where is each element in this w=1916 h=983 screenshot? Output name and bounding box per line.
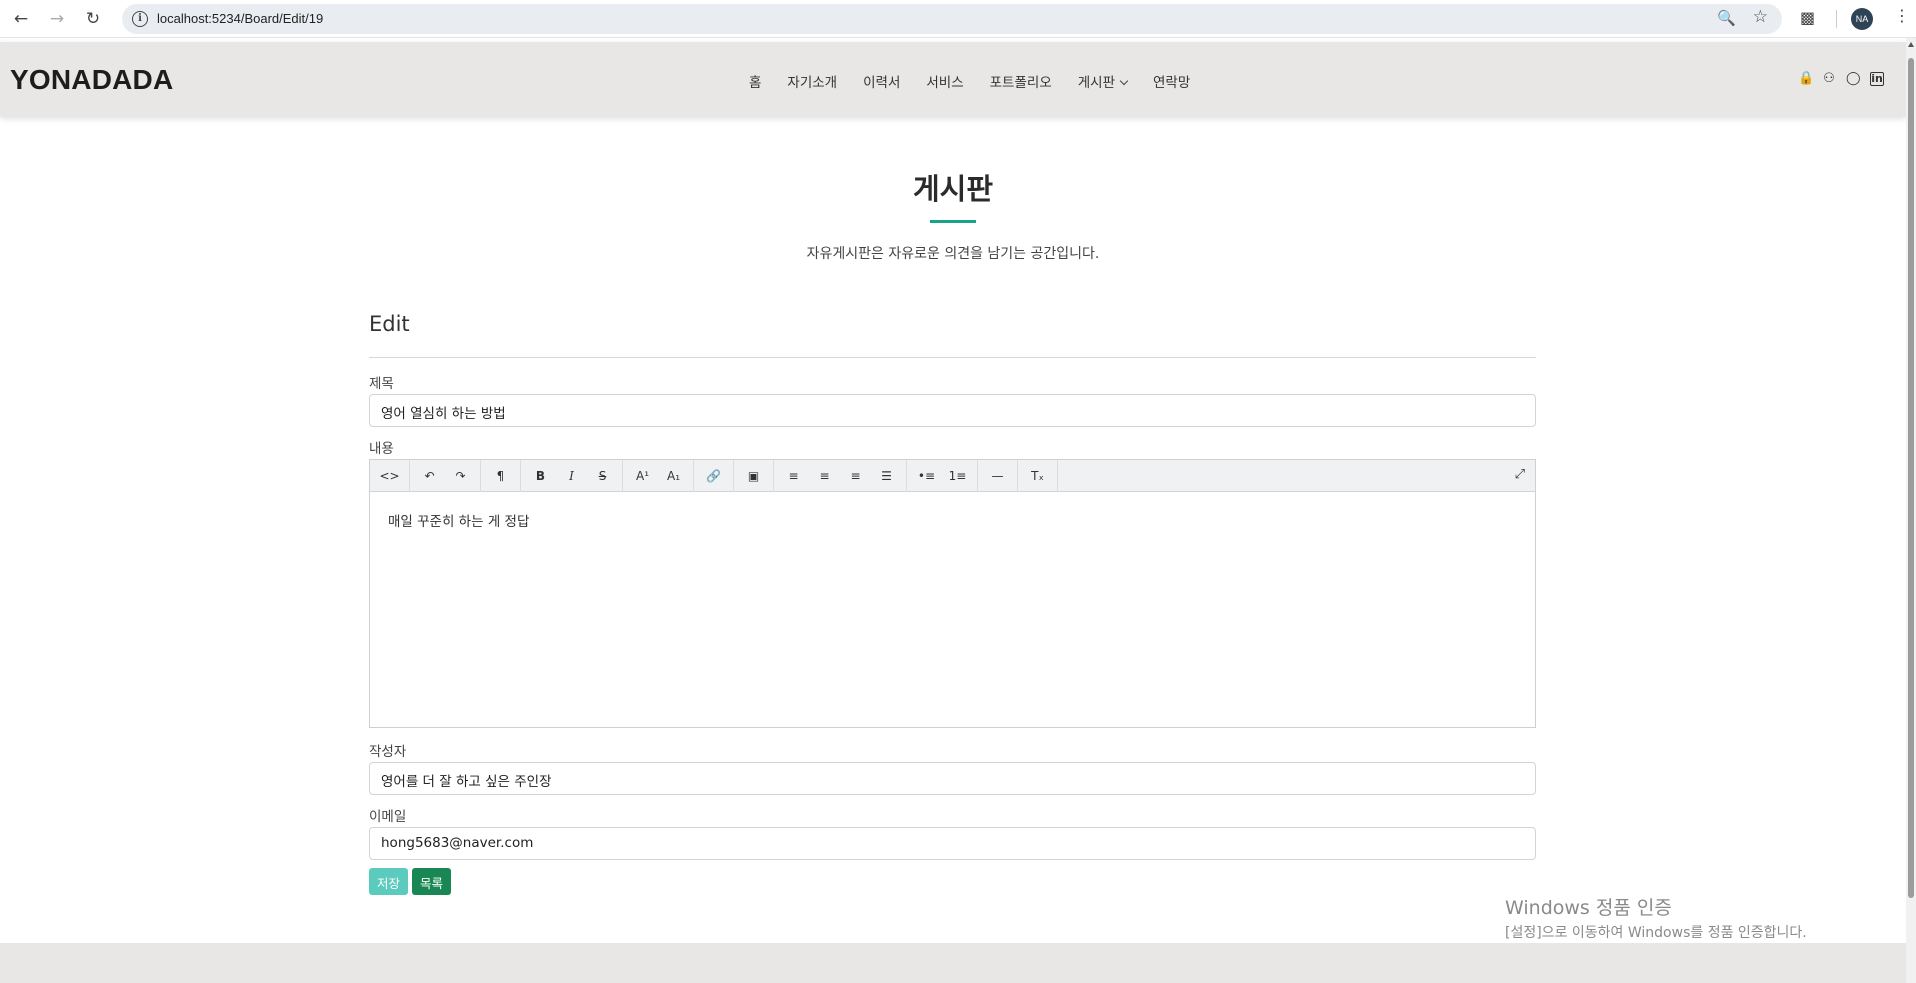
site-logo[interactable]: YONADADA: [10, 64, 173, 96]
page-scrollbar[interactable]: [1906, 38, 1916, 983]
profile-avatar[interactable]: NA: [1851, 8, 1873, 30]
undo-icon[interactable]: ↶: [414, 460, 445, 492]
clear-format-icon[interactable]: Tₓ: [1022, 460, 1053, 492]
superscript-icon[interactable]: A¹: [627, 460, 658, 492]
rich-text-editor: <> ↶ ↷ ¶ B I S A¹ A₁ 🔗 ▣ ≡ ≡ ≡ ☰ •≡ 1≡ —…: [369, 459, 1536, 728]
site-footer: [0, 943, 1906, 983]
page-title: 게시판: [912, 172, 994, 206]
extensions-icon[interactable]: ▩: [1800, 8, 1815, 27]
title-input[interactable]: 영어 열심히 하는 방법: [369, 394, 1536, 427]
align-right-icon[interactable]: ≡: [840, 460, 871, 492]
title-label: 제목: [369, 376, 394, 392]
linkedin-icon[interactable]: in: [1870, 72, 1884, 86]
bullet-list-icon[interactable]: •≡: [911, 460, 942, 492]
form-actions: 저장 목록: [369, 868, 1536, 895]
save-button[interactable]: 저장: [369, 868, 409, 895]
zoom-icon[interactable]: 🔍: [1717, 9, 1736, 27]
address-bar[interactable]: i localhost:5234/Board/Edit/19 🔍 ☆: [122, 4, 1782, 34]
windows-activation-watermark: Windows 정품 인증 [설정]으로 이동하여 Windows를 정품 인증…: [1505, 893, 1807, 942]
header-icons: 🔒 ⚇ ◯ in: [1798, 72, 1884, 86]
subscript-icon[interactable]: A₁: [658, 460, 689, 492]
bookmark-star-icon[interactable]: ☆: [1753, 7, 1768, 27]
watermark-subtitle: [설정]으로 이동하여 Windows를 정품 인증합니다.: [1505, 925, 1807, 941]
align-justify-icon[interactable]: ☰: [871, 460, 902, 492]
forward-icon[interactable]: →: [46, 8, 68, 30]
align-center-icon[interactable]: ≡: [809, 460, 840, 492]
content-label: 내용: [369, 441, 394, 457]
list-button[interactable]: 목록: [412, 868, 452, 895]
author-label: 작성자: [369, 744, 407, 760]
url-text[interactable]: localhost:5234/Board/Edit/19: [157, 11, 323, 26]
main-nav: 홈 자기소개 이력서 서비스 포트폴리오 게시판 연락망: [749, 71, 1216, 91]
strikethrough-icon[interactable]: S: [587, 460, 618, 492]
edit-form: Edit 제목 영어 열심히 하는 방법 내용 <> ↶ ↷ ¶ B I S A…: [369, 312, 1536, 895]
link-icon[interactable]: 🔗: [698, 460, 729, 492]
editor-content[interactable]: 매일 꾸준히 하는 게 정답: [370, 492, 1535, 727]
nav-item-home[interactable]: 홈: [749, 71, 761, 91]
user-settings-icon[interactable]: ⚇: [1822, 72, 1836, 86]
reload-icon[interactable]: ↻: [82, 8, 104, 30]
email-input[interactable]: hong5683@naver.com: [369, 827, 1536, 860]
title-underline: [930, 220, 976, 223]
horizontal-rule-icon[interactable]: —: [982, 460, 1013, 492]
instagram-icon[interactable]: ◯: [1846, 72, 1861, 86]
back-icon[interactable]: ←: [10, 8, 32, 30]
image-icon[interactable]: ▣: [738, 460, 769, 492]
nav-item-contact[interactable]: 연락망: [1153, 71, 1190, 91]
scroll-up-arrow-icon[interactable]: [1908, 42, 1914, 47]
watermark-title: Windows 정품 인증: [1505, 897, 1672, 919]
nav-item-board[interactable]: 게시판: [1077, 71, 1129, 91]
nav-item-resume[interactable]: 이력서: [863, 71, 900, 91]
site-header: YONADADA 홈 자기소개 이력서 서비스 포트폴리오 게시판 연락망 🔒 …: [0, 42, 1906, 117]
nav-item-about[interactable]: 자기소개: [787, 71, 837, 91]
author-input[interactable]: 영어를 더 잘 하고 싶은 주인장: [369, 762, 1536, 795]
page-subtitle: 자유게시판은 자유로운 의견을 남기는 공간입니다.: [806, 246, 1100, 262]
paragraph-format-icon[interactable]: ¶: [485, 460, 516, 492]
browser-toolbar: ← → ↻ i localhost:5234/Board/Edit/19 🔍 ☆…: [0, 0, 1916, 38]
code-view-icon[interactable]: <>: [374, 460, 405, 492]
numbered-list-icon[interactable]: 1≡: [942, 460, 973, 492]
nav-item-board-label: 게시판: [1077, 75, 1116, 91]
chevron-down-icon: [1119, 76, 1129, 86]
redo-icon[interactable]: ↷: [445, 460, 476, 492]
browser-menu-icon[interactable]: ⋮: [1894, 6, 1910, 25]
bold-icon[interactable]: B: [525, 460, 556, 492]
editor-toolbar: <> ↶ ↷ ¶ B I S A¹ A₁ 🔗 ▣ ≡ ≡ ≡ ☰ •≡ 1≡ —…: [370, 459, 1535, 492]
scrollbar-thumb[interactable]: [1908, 58, 1914, 898]
italic-icon[interactable]: I: [556, 460, 587, 492]
nav-item-services[interactable]: 서비스: [926, 71, 963, 91]
email-label: 이메일: [369, 809, 407, 825]
fullscreen-icon[interactable]: ⤢: [1515, 467, 1525, 482]
lock-icon[interactable]: 🔒: [1798, 72, 1814, 86]
nav-item-portfolio[interactable]: 포트폴리오: [990, 71, 1052, 91]
site-info-icon[interactable]: i: [132, 11, 148, 27]
align-left-icon[interactable]: ≡: [778, 460, 809, 492]
form-divider: [369, 357, 1536, 358]
form-heading: Edit: [369, 312, 410, 336]
toolbar-separator: [1836, 10, 1837, 28]
